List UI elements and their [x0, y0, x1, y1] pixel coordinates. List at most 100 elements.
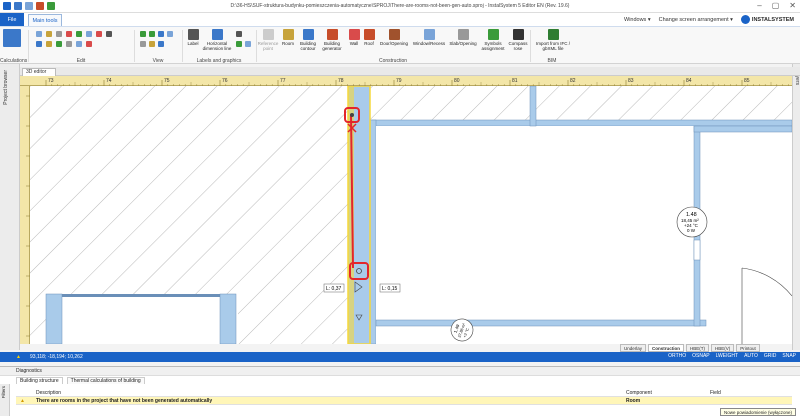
- wall-text: Wall: [349, 41, 359, 46]
- window-recess-button[interactable]: Window/Recess: [412, 29, 446, 46]
- rotate-icon[interactable]: [76, 31, 82, 37]
- cut-icon[interactable]: [56, 31, 62, 37]
- label-button[interactable]: Label: [186, 29, 200, 46]
- line-icon[interactable]: [236, 41, 242, 47]
- osnap-toggle[interactable]: OSNAP: [692, 353, 710, 359]
- tab-underlay[interactable]: Underlay: [620, 344, 647, 352]
- calculations-button[interactable]: [3, 29, 21, 48]
- tab-file[interactable]: File: [0, 13, 24, 26]
- group-view: View: [136, 27, 180, 65]
- tab-printout[interactable]: Printout: [736, 344, 760, 352]
- import-icon: [547, 29, 559, 40]
- symbols-assignment-button[interactable]: Symbols assignment: [480, 29, 506, 51]
- drawing-svg[interactable]: L: 0,37 L: 0,15 1.48 18,45 m² +24 °C 0 W…: [30, 86, 792, 344]
- zoom-all-icon[interactable]: [167, 31, 173, 37]
- window-title: D:\36-HS\SUF-struktura-budynku-pomieszcz…: [230, 3, 570, 9]
- tab-3d-editor[interactable]: 3D editor: [22, 68, 56, 76]
- auto-toggle[interactable]: AUTO: [744, 353, 758, 359]
- tab-hbe-v[interactable]: HBE(V): [711, 344, 735, 352]
- roof-text: Roof: [364, 41, 374, 46]
- properties-icon[interactable]: [106, 31, 112, 37]
- diagnostics-tabs: Building structure Thermal calculations …: [0, 376, 800, 385]
- col-description[interactable]: Description: [36, 390, 626, 396]
- close-button[interactable]: ✕: [789, 1, 796, 10]
- tab-main-tools[interactable]: Main tools: [28, 14, 62, 26]
- col-component[interactable]: Component: [626, 390, 710, 396]
- group-construction: Reference point Room Building contour Bu…: [258, 27, 528, 65]
- ruler-label: 83: [628, 78, 634, 84]
- snap-toggle[interactable]: SNAP: [782, 353, 796, 359]
- wall-icon: [348, 29, 360, 40]
- wall-vertical-left[interactable]: [369, 119, 377, 344]
- ruler-label: 82: [570, 78, 576, 84]
- paste-icon[interactable]: [46, 31, 52, 37]
- warning-icon[interactable]: ▲: [16, 354, 21, 360]
- room-button[interactable]: Room: [281, 29, 295, 46]
- align-icon[interactable]: [66, 41, 72, 47]
- table-row[interactable]: ▲ There are rooms in the project that ha…: [16, 397, 792, 405]
- arc-icon[interactable]: [245, 41, 251, 47]
- select-icon[interactable]: [36, 41, 42, 47]
- door-gap: [693, 239, 701, 261]
- left-wall-top[interactable]: [62, 294, 220, 297]
- group-icon[interactable]: [56, 41, 62, 47]
- drawing-canvas[interactable]: L: 0,37 L: 0,15 1.48 18,45 m² +24 °C 0 W…: [30, 86, 792, 344]
- reference-point-button[interactable]: Reference point: [258, 29, 278, 51]
- move-icon[interactable]: [66, 31, 72, 37]
- pan-icon[interactable]: [140, 41, 146, 47]
- grid-toggle[interactable]: GRID: [764, 353, 777, 359]
- roof-button[interactable]: Roof: [362, 29, 376, 46]
- zoom-out-icon[interactable]: [149, 31, 155, 37]
- brand-logo: INSTALSYSTEM: [740, 15, 794, 24]
- tab-hbe-t[interactable]: HBE(T): [686, 344, 710, 352]
- tab-construction[interactable]: Construction: [648, 344, 685, 352]
- building-contour-button[interactable]: Building contour: [298, 29, 318, 51]
- lweight-toggle[interactable]: LWEIGHT: [716, 353, 738, 359]
- screen-arrangement-menu[interactable]: Change screen arrangement ▾: [659, 17, 733, 23]
- building-generator-button[interactable]: Building generator: [320, 29, 344, 51]
- wall-vertical-upper[interactable]: [529, 86, 537, 127]
- wall-horizontal-bottom[interactable]: [375, 319, 707, 327]
- left-wall-b[interactable]: [219, 293, 237, 344]
- offset-icon[interactable]: [76, 41, 82, 47]
- group-calculations: Calculations: [0, 27, 27, 65]
- compass-icon: [512, 29, 524, 40]
- slab-opening-button[interactable]: Slab/Opening: [448, 29, 478, 46]
- dim-label-right: L: 0,15: [382, 286, 398, 292]
- left-wall-a[interactable]: [45, 293, 63, 344]
- copy-icon[interactable]: [36, 31, 42, 37]
- compass-rose-button[interactable]: Compass rose: [508, 29, 528, 51]
- zoom-window-icon[interactable]: [158, 31, 164, 37]
- grip-top[interactable]: [350, 113, 354, 117]
- zoom-in-icon[interactable]: [140, 31, 146, 37]
- slab-opening-text: Slab/Opening: [449, 41, 477, 46]
- tab-thermal-calculations[interactable]: Thermal calculations of building: [66, 377, 145, 384]
- wall-horizontal-top[interactable]: [369, 119, 792, 127]
- col-field[interactable]: Field: [710, 390, 790, 396]
- horizontal-dimension-button[interactable]: Horizontal dimension line: [202, 29, 232, 51]
- ribbon-separator: [134, 30, 135, 62]
- layers-panel[interactable]: Layers: [792, 64, 800, 350]
- trim-icon[interactable]: [86, 41, 92, 47]
- building-generator-text: Building generator: [322, 41, 342, 51]
- windows-menu[interactable]: Windows ▾: [624, 17, 651, 23]
- tab-building-structure[interactable]: Building structure: [16, 377, 63, 384]
- import-ifc-button[interactable]: Import from IFC / gbXML file: [535, 29, 571, 51]
- ruler-vertical: [20, 86, 30, 344]
- delete-icon[interactable]: [96, 31, 102, 37]
- view-3d-icon[interactable]: [158, 41, 164, 47]
- wall-horizontal-right[interactable]: [693, 125, 792, 133]
- wall-button[interactable]: Wall: [348, 29, 360, 46]
- minimize-button[interactable]: –: [757, 1, 761, 10]
- project-browser-panel[interactable]: Project browser: [0, 64, 20, 350]
- regen-icon[interactable]: [149, 41, 155, 47]
- ortho-toggle[interactable]: ORTHO: [668, 353, 686, 359]
- filters-panel[interactable]: Filters: [0, 384, 10, 416]
- filter-icon[interactable]: [46, 41, 52, 47]
- text-icon[interactable]: [236, 31, 242, 37]
- diagnostics-header: Diagnostics: [0, 367, 800, 376]
- mirror-icon[interactable]: [86, 31, 92, 37]
- label-icon: [187, 29, 199, 40]
- maximize-button[interactable]: ▢: [772, 1, 780, 10]
- door-opening-button[interactable]: Door/Opening: [378, 29, 410, 46]
